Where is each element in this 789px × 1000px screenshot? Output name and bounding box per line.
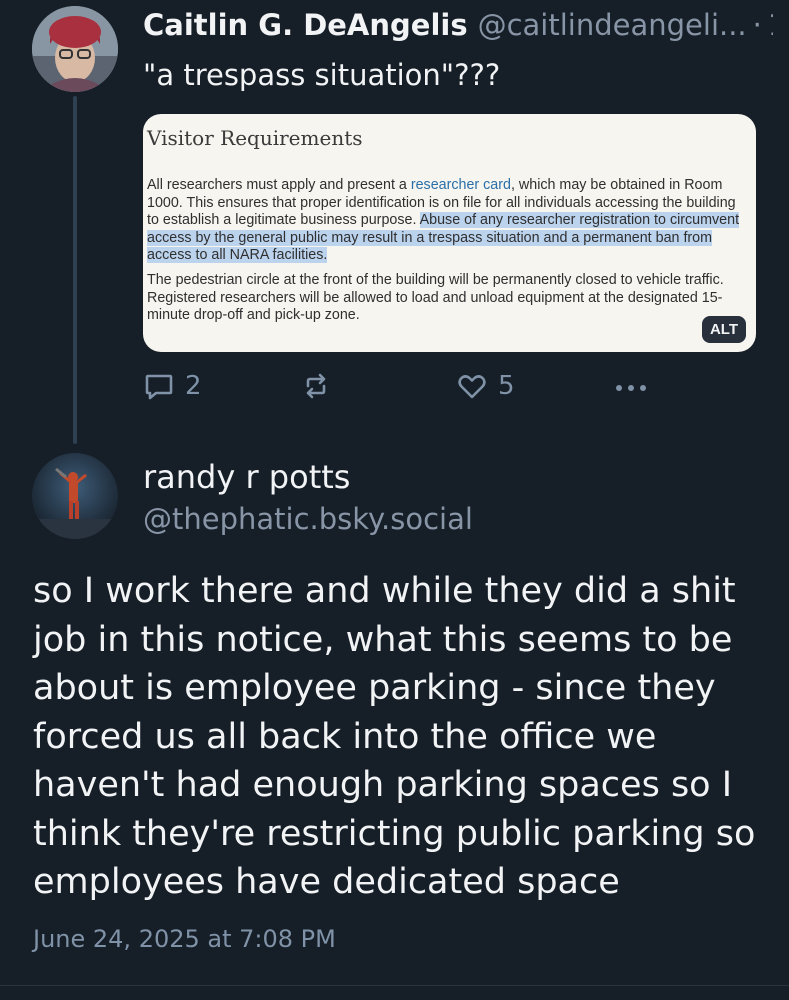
- thread-connector-line: [73, 96, 77, 444]
- like-count: 5: [498, 371, 515, 401]
- post-time[interactable]: 1h: [768, 8, 773, 42]
- avatar-photo: [32, 453, 118, 539]
- divider: [0, 985, 789, 986]
- post-timestamp: June 24, 2025 at 7:08 PM: [33, 925, 336, 953]
- author-handle[interactable]: @caitlindeangeli...: [478, 8, 747, 42]
- repost-button[interactable]: [300, 370, 332, 402]
- post-actions: 2 5: [143, 370, 663, 410]
- post-header: Caitlin G. DeAngelis @caitlindeangeli...…: [143, 8, 773, 48]
- embed-paragraph-1: All researchers must apply and present a…: [147, 177, 747, 265]
- speech-bubble-icon: [145, 374, 173, 400]
- author-name[interactable]: Caitlin G. DeAngelis: [143, 8, 468, 42]
- embed-paragraph-2: The pedestrian circle at the front of th…: [147, 272, 724, 323]
- image-embed[interactable]: Visitor Requirements All researchers mus…: [143, 114, 756, 352]
- reply-button[interactable]: 2: [143, 370, 202, 402]
- post-text: so I work there and while they did a shi…: [33, 571, 756, 902]
- repost-arrows-icon: [306, 373, 326, 399]
- alt-text-button[interactable]: ALT: [701, 316, 746, 343]
- avatar[interactable]: [32, 6, 118, 92]
- heart-icon: [458, 375, 486, 399]
- author-handle[interactable]: @thephatic.bsky.social: [143, 502, 473, 536]
- separator: ·: [752, 8, 762, 42]
- embed-title: Visitor Requirements: [147, 126, 363, 150]
- ellipsis-icon: [616, 385, 646, 391]
- avatar[interactable]: [32, 453, 118, 539]
- author-name[interactable]: randy r potts: [143, 458, 350, 496]
- embed-researcher-card-link: researcher card: [410, 177, 511, 193]
- reply-count: 2: [185, 371, 202, 401]
- post-text: "a trespass situation"???: [143, 58, 501, 92]
- more-options-button[interactable]: [613, 370, 649, 402]
- avatar-photo: [32, 6, 118, 92]
- like-button[interactable]: 5: [456, 370, 515, 402]
- embed-p1-text-a: All researchers must apply and present a: [147, 177, 411, 193]
